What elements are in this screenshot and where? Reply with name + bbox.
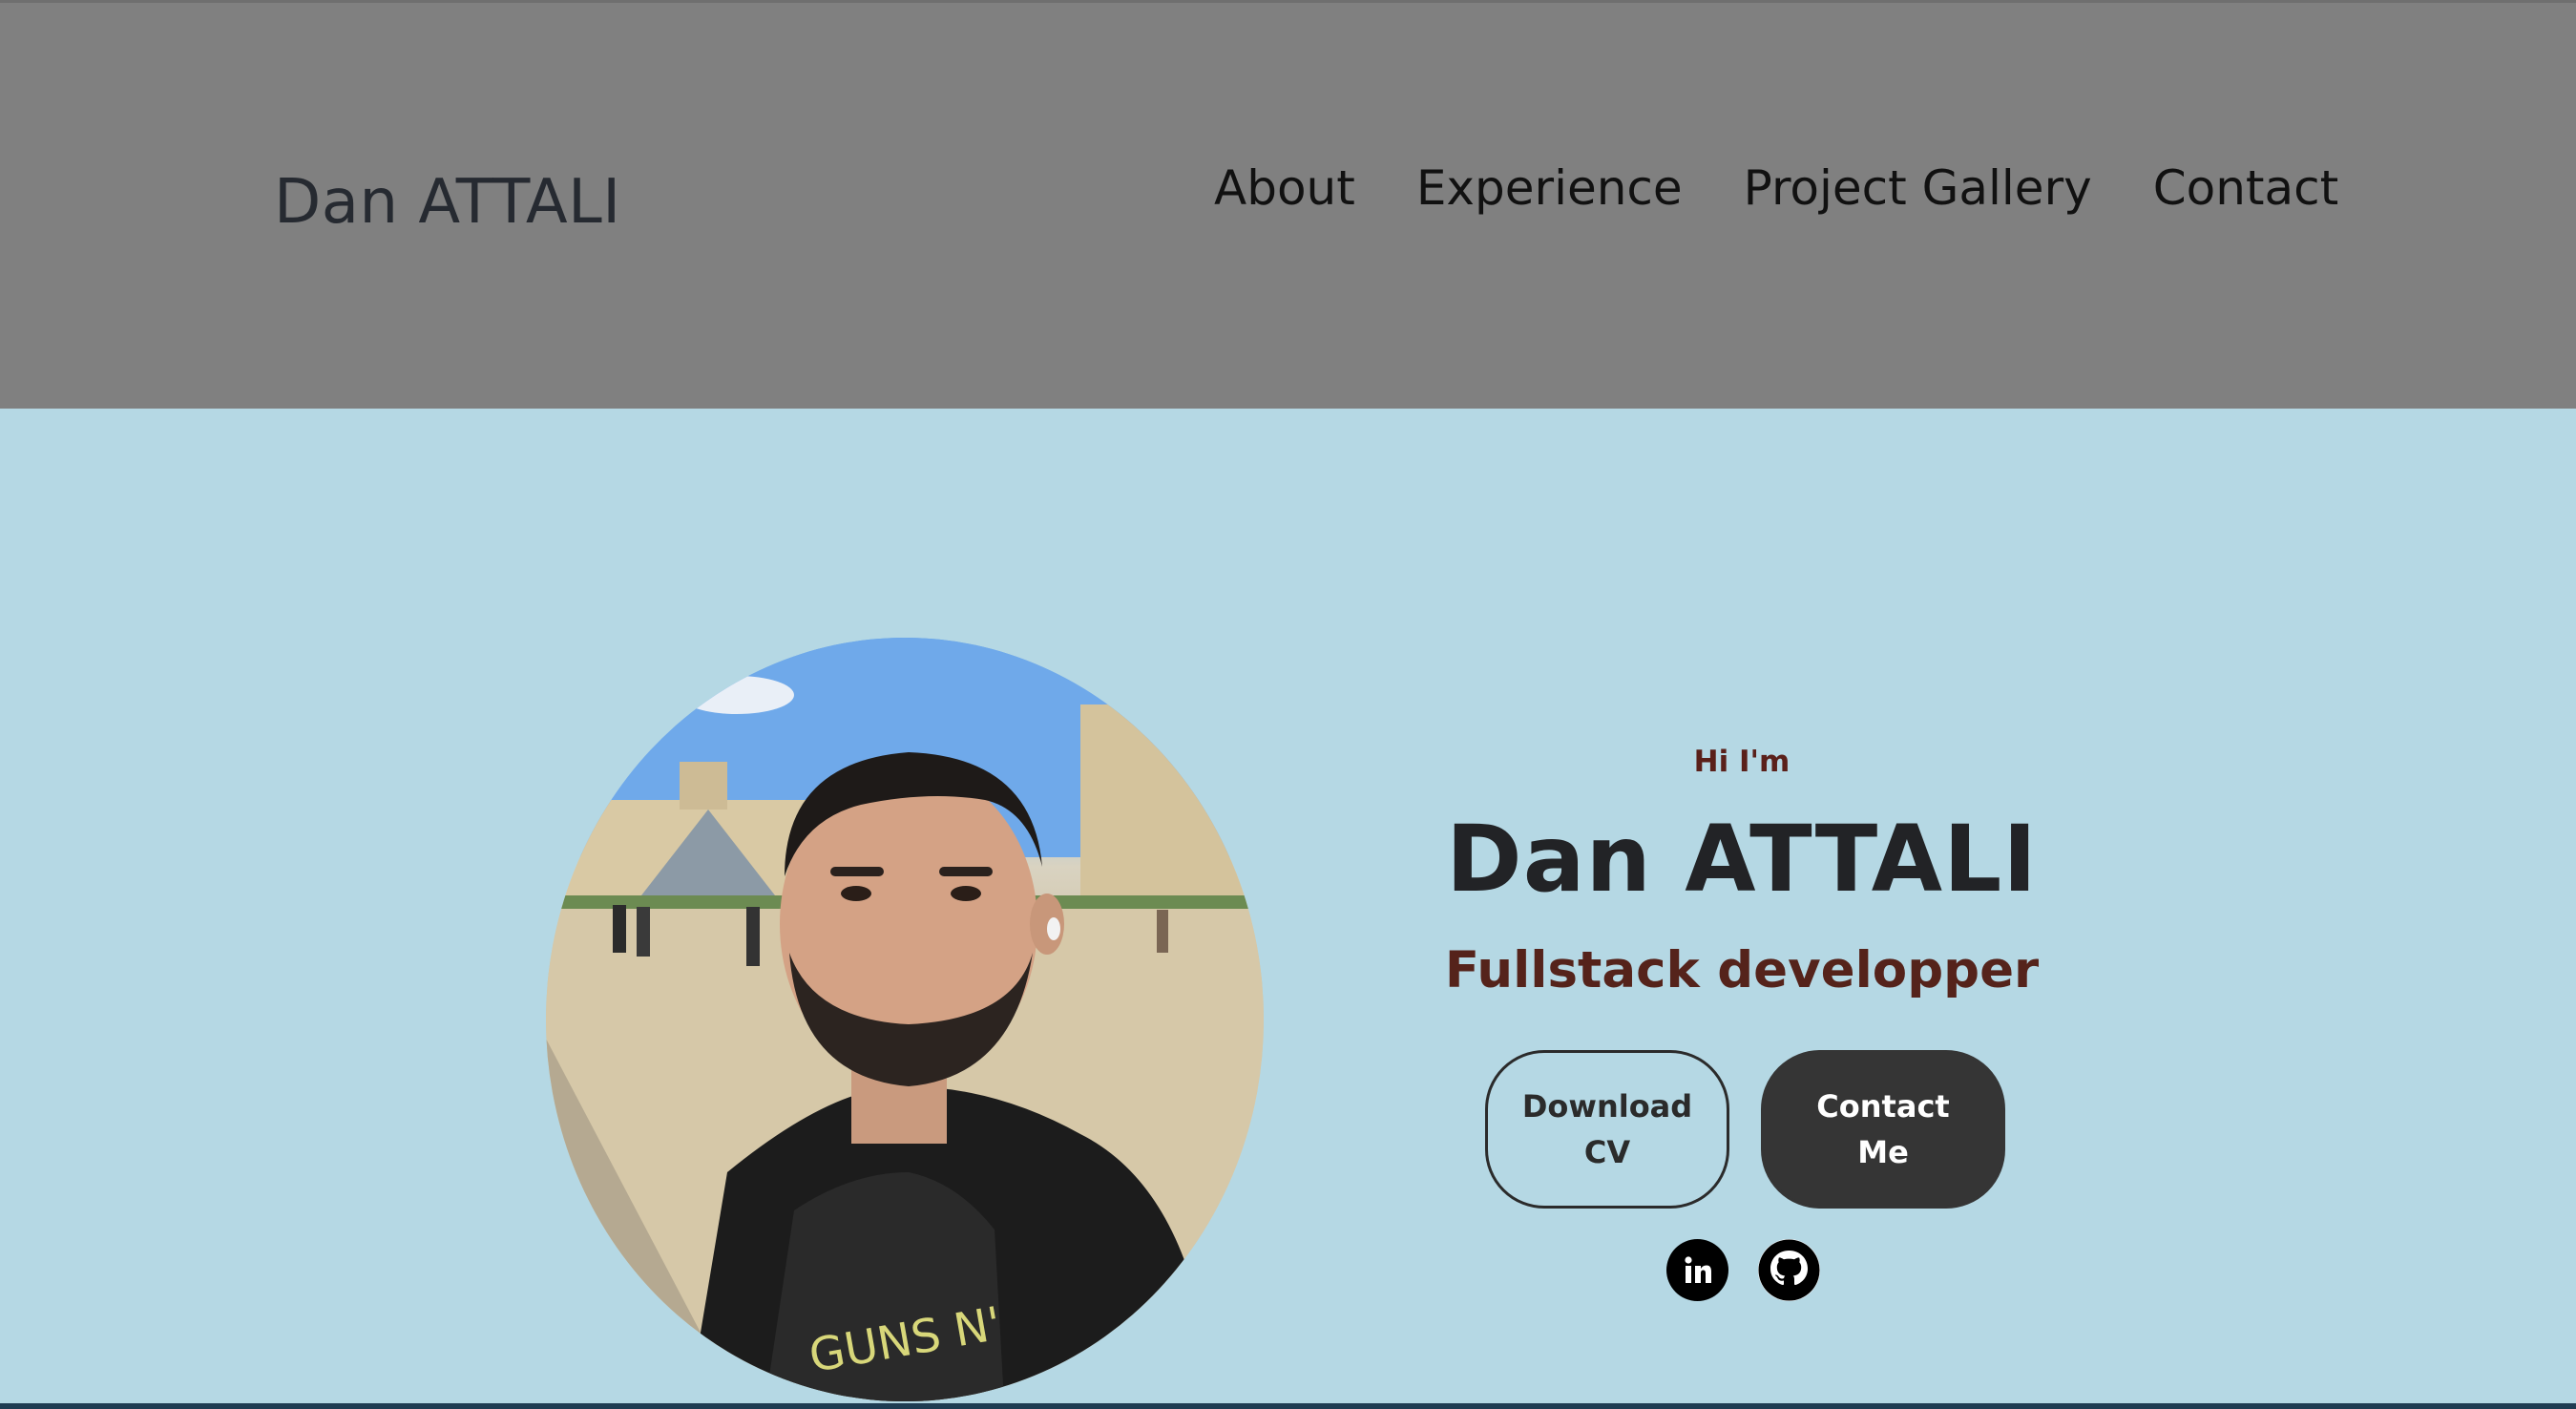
hero-buttons: Download CV Contact Me xyxy=(1485,1050,2005,1209)
nav-link-contact[interactable]: Contact xyxy=(2153,160,2339,216)
linkedin-icon[interactable] xyxy=(1666,1239,1728,1301)
contact-me-button[interactable]: Contact Me xyxy=(1761,1050,2005,1209)
social-links xyxy=(1666,1239,1820,1301)
nav-link-project-gallery[interactable]: Project Gallery xyxy=(1744,160,2092,216)
nav-link-experience[interactable]: Experience xyxy=(1416,160,1683,216)
nav-link-about[interactable]: About xyxy=(1214,160,1355,216)
page: Dan ATTALI About Experience Project Gall… xyxy=(0,0,2576,1409)
site-header: Dan ATTALI About Experience Project Gall… xyxy=(0,0,2576,409)
profile-photo: GUNS N' xyxy=(546,638,1264,1401)
greeting-text: Hi I'm xyxy=(1693,745,1791,779)
hero-intro: Hi I'm Dan ATTALI Fullstack developper xyxy=(1374,726,2109,999)
github-icon[interactable] xyxy=(1758,1239,1820,1301)
download-cv-button[interactable]: Download CV xyxy=(1485,1050,1729,1209)
hero-job-title: Fullstack developper xyxy=(1444,941,2040,999)
hero-name: Dan ATTALI xyxy=(1446,806,2038,913)
site-logo[interactable]: Dan ATTALI xyxy=(274,167,621,238)
window-bottom-edge xyxy=(0,1403,2576,1409)
main-nav: About Experience Project Gallery Contact xyxy=(1214,160,2338,216)
download-cv-label: Download CV xyxy=(1521,1088,1693,1170)
contact-me-label: Contact Me xyxy=(1816,1088,1950,1170)
hero-section xyxy=(0,409,2576,1409)
